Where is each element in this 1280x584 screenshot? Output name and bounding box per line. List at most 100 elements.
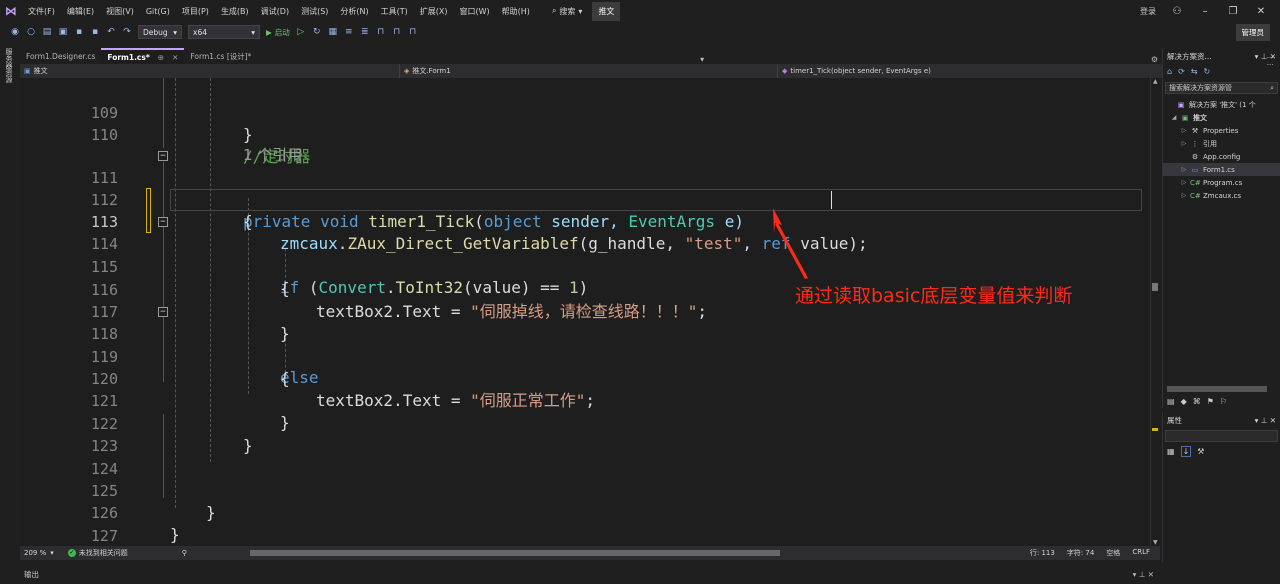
collapse-icon[interactable]: − <box>158 151 168 161</box>
undo-icon[interactable]: ↶ <box>106 27 116 37</box>
hot-reload-icon[interactable]: ↻ <box>312 27 322 37</box>
diagnostics-icon[interactable]: ▦ <box>328 27 338 37</box>
menu-debug[interactable]: 调试(D) <box>255 6 295 17</box>
forward-icon[interactable]: ○ <box>26 27 36 37</box>
search-box[interactable]: ⌕ 搜索 ▾ <box>546 6 589 17</box>
start-button[interactable]: ▶ 启动 <box>266 27 290 38</box>
menu-extensions[interactable]: 扩展(X) <box>414 6 454 17</box>
menu-file[interactable]: 文件(F) <box>22 6 61 17</box>
scroll-down-icon[interactable]: ▼ <box>1153 539 1158 546</box>
uncomment-icon[interactable]: ≣ <box>360 27 370 37</box>
platform-dropdown[interactable]: x64 ▾ <box>188 25 260 39</box>
menu-project[interactable]: 项目(P) <box>176 6 215 17</box>
tab-form1-cs[interactable]: Form1.cs* ⊕ ✕ <box>101 48 185 64</box>
close-window-button[interactable]: ✕ <box>1254 6 1268 17</box>
save-all-icon[interactable]: ▪ <box>90 27 100 37</box>
class-view-tab-icon[interactable]: ⌘ <box>1193 397 1201 406</box>
settings-icon[interactable]: ⚙ <box>1147 55 1162 64</box>
zoom-level[interactable]: 209 % <box>20 549 50 557</box>
new-project-icon[interactable]: ▤ <box>42 27 52 37</box>
eol-indicator[interactable]: CRLF <box>1132 548 1150 558</box>
play-icon: ▶ <box>266 27 272 37</box>
expand-icon[interactable]: ▷ <box>1181 179 1187 186</box>
class-dropdown[interactable]: ◈ 推文.Form1 <box>400 64 778 78</box>
horizontal-scrollbar-thumb[interactable] <box>250 550 780 556</box>
sync-icon[interactable]: ⟳ <box>1178 67 1185 76</box>
tab-form1-designer[interactable]: Form1.Designer.cs <box>20 48 101 64</box>
properties-object-dropdown[interactable] <box>1165 430 1278 442</box>
tab-list-dropdown-icon[interactable]: ▾ <box>696 55 708 64</box>
manage-button[interactable]: 管理员 <box>1235 24 1270 41</box>
git-changes-tab-icon[interactable]: ◆ <box>1181 397 1187 406</box>
tab-form1-design[interactable]: Form1.cs [设计]* <box>184 48 257 64</box>
close-icon[interactable]: ✕ <box>172 53 178 62</box>
expand-icon[interactable]: ◢ <box>1171 114 1177 121</box>
comment-icon[interactable]: ≡ <box>344 27 354 37</box>
maximize-button[interactable]: ❐ <box>1226 6 1240 17</box>
config-dropdown[interactable]: Debug ▾ <box>138 25 182 39</box>
save-icon[interactable]: ▪ <box>74 27 84 37</box>
menu-test[interactable]: 测试(S) <box>295 6 334 17</box>
menu-help[interactable]: 帮助(H) <box>496 6 536 17</box>
project-dropdown[interactable]: ▣ 推文 <box>20 64 400 78</box>
server-explorer-tab[interactable]: 服务器资源 <box>4 48 14 83</box>
tree-item-form1[interactable]: ▷ ▭ Form1.cs <box>1163 163 1280 176</box>
alphabetical-icon[interactable]: ↓ <box>1180 445 1192 457</box>
home-icon[interactable]: ⌂ <box>1167 67 1172 76</box>
menu-analyze[interactable]: 分析(N) <box>334 6 374 17</box>
refresh-icon[interactable]: ↻ <box>1203 67 1210 76</box>
menu-window[interactable]: 窗口(W) <box>454 6 496 17</box>
toolbox-tab[interactable]: ⋮⋮ <box>1266 54 1274 68</box>
menu-edit[interactable]: 编辑(E) <box>61 6 100 17</box>
scrollbar-thumb[interactable] <box>1152 283 1158 291</box>
collapse-icon[interactable]: − <box>158 307 168 317</box>
notifications-tab-icon[interactable]: ⚐ <box>1220 397 1227 406</box>
tree-item-zmcaux[interactable]: ▷ C# Zmcaux.cs <box>1163 189 1280 202</box>
team-tab-icon[interactable]: ⚑ <box>1207 397 1214 406</box>
search-label: 搜索 <box>559 6 576 16</box>
expand-icon[interactable]: ▷ <box>1181 127 1187 134</box>
output-title[interactable]: 输出 <box>24 569 39 580</box>
document-tabs: Form1.Designer.cs Form1.cs* ⊕ ✕ Form1.cs… <box>20 48 1162 64</box>
categorized-icon[interactable]: ▦ <box>1167 447 1175 456</box>
menu-git[interactable]: Git(G) <box>140 7 176 16</box>
pin-icon[interactable]: ⊕ <box>158 53 164 62</box>
horizontal-scrollbar-thumb[interactable] <box>1167 386 1267 392</box>
brush-icon[interactable]: ⚲ <box>182 549 187 557</box>
visual-studio-logo-icon[interactable]: ⋈ <box>0 0 22 22</box>
menu-bar: ⋈ 文件(F) 编辑(E) 视图(V) Git(G) 项目(P) 生成(B) 调… <box>0 0 1280 22</box>
menu-view[interactable]: 视图(V) <box>100 6 140 17</box>
config-value: Debug <box>143 27 168 37</box>
code-editor[interactable]: 109 } 110 //定时器 1 个引用 111 − private void… <box>20 78 1150 546</box>
property-pages-icon[interactable]: ⚒ <box>1197 447 1204 456</box>
menu-tools[interactable]: 工具(T) <box>375 6 414 17</box>
tree-item-program[interactable]: ▷ C# Program.cs <box>1163 176 1280 189</box>
login-link[interactable]: 登录 <box>1140 6 1156 17</box>
whitespace-indicator[interactable]: 空格 <box>1106 548 1120 558</box>
solution-explorer-tab-icon[interactable]: ▤ <box>1167 397 1175 406</box>
member-dropdown[interactable]: ◆ timer1_Tick(object sender, EventArgs e… <box>778 64 1162 78</box>
account-icon[interactable]: ⚇ <box>1170 6 1184 17</box>
start-without-debug-icon[interactable]: ▷ <box>296 27 306 37</box>
tab-label: Form1.cs [设计]* <box>190 51 252 61</box>
open-icon[interactable]: ▣ <box>58 27 68 37</box>
bookmark-prev-icon[interactable]: ⊓ <box>408 27 418 37</box>
back-icon[interactable]: ◉ <box>10 27 20 37</box>
menu-build[interactable]: 生成(B) <box>215 6 255 17</box>
expand-icon[interactable]: ▷ <box>1181 192 1187 199</box>
pending-changes-icon[interactable]: ⇆ <box>1191 67 1198 76</box>
panel-controls[interactable]: ▾ ⊥ ✕ <box>1255 416 1276 425</box>
bookmark-icon[interactable]: ⊓ <box>376 27 386 37</box>
tree-item-app-config[interactable]: ⚙ App.config <box>1163 150 1280 163</box>
minimize-button[interactable]: – <box>1198 6 1212 17</box>
output-panel-controls[interactable]: ▾ ⊥ ✕ <box>1133 570 1154 579</box>
annotation-text: 通过读取basic底层变量值来判断 <box>795 285 1073 307</box>
bookmark-next-icon[interactable]: ⊓ <box>392 27 402 37</box>
collapse-icon[interactable]: − <box>158 217 168 227</box>
vertical-scrollbar[interactable]: ▲ ▼ <box>1150 78 1160 546</box>
scroll-up-icon[interactable]: ▲ <box>1153 78 1158 85</box>
expand-icon[interactable]: ▷ <box>1181 166 1187 173</box>
redo-icon[interactable]: ↷ <box>122 27 132 37</box>
expand-icon[interactable]: ▷ <box>1181 140 1187 147</box>
issues-indicator[interactable]: ✓ 未找到相关问题 <box>54 548 142 558</box>
